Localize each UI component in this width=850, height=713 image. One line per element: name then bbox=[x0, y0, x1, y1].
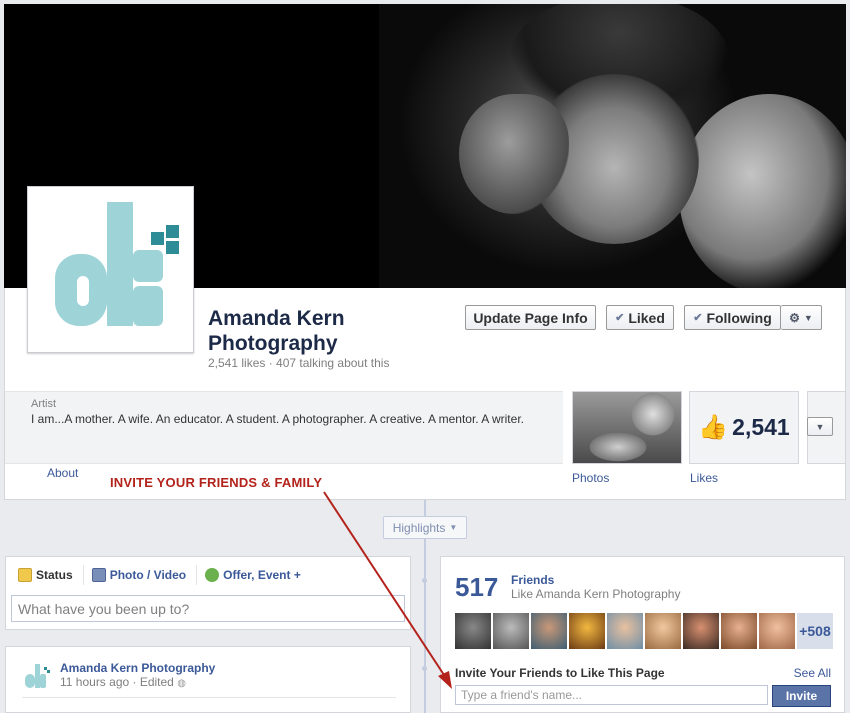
post-timestamp[interactable]: 11 hours ago · Edited bbox=[60, 675, 174, 689]
settings-dropdown-button[interactable]: ⚙ ▼ bbox=[781, 305, 822, 330]
post-author[interactable]: Amanda Kern Photography bbox=[60, 661, 215, 675]
page-category: Artist bbox=[31, 398, 57, 410]
tab-status[interactable]: Status bbox=[18, 565, 84, 585]
friend-avatar[interactable] bbox=[683, 613, 719, 649]
likes-count: 2,541 bbox=[732, 414, 790, 440]
chevron-down-icon: ▼ bbox=[815, 421, 825, 432]
about-link[interactable]: About bbox=[47, 466, 78, 480]
about-section[interactable]: Artist I am...A mother. A wife. An educa… bbox=[5, 391, 563, 464]
offer-icon bbox=[205, 568, 220, 582]
status-input[interactable]: What have you been up to? bbox=[11, 595, 405, 622]
timeline-dot bbox=[422, 578, 427, 583]
liked-button[interactable]: ✔ Liked bbox=[606, 305, 674, 330]
photos-label[interactable]: Photos bbox=[572, 471, 609, 485]
globe-icon: ◍ bbox=[177, 678, 186, 689]
cover-photo[interactable] bbox=[379, 4, 846, 288]
invite-annotation: INVITE YOUR FRIENDS & FAMILY bbox=[110, 475, 323, 490]
friend-faces-row: +508 bbox=[455, 613, 833, 649]
status-composer: Status Photo / Video Offer, Event + What… bbox=[5, 556, 411, 630]
likes-thumbnail[interactable]: 👍 2,541 bbox=[689, 391, 799, 464]
photos-thumbnail[interactable] bbox=[572, 391, 682, 464]
ak-logo-icon bbox=[55, 202, 179, 326]
divider bbox=[22, 697, 396, 698]
timeline-post: Amanda Kern Photography 11 hours ago · E… bbox=[5, 646, 411, 713]
friend-avatar[interactable] bbox=[721, 613, 757, 649]
more-friends-count[interactable]: +508 bbox=[797, 613, 833, 649]
following-button[interactable]: ✔ Following bbox=[684, 305, 781, 330]
friend-avatar[interactable] bbox=[607, 613, 643, 649]
gear-icon: ⚙ bbox=[789, 310, 800, 325]
cover-photo-hand bbox=[459, 94, 569, 214]
page-title[interactable]: Amanda Kern Photography bbox=[208, 306, 448, 356]
tab-photo-video-label: Photo / Video bbox=[109, 568, 187, 582]
timeline-dot bbox=[422, 666, 427, 671]
highlights-label: Highlights bbox=[392, 520, 446, 535]
friend-avatar[interactable] bbox=[455, 613, 491, 649]
friends-subtitle: Like Amanda Kern Photography bbox=[511, 587, 681, 601]
friend-avatar[interactable] bbox=[531, 613, 567, 649]
cover-photo-arm bbox=[679, 94, 846, 288]
thumbs-up-icon: 👍 bbox=[698, 414, 729, 441]
photo-icon bbox=[91, 568, 106, 582]
logo bbox=[33, 192, 188, 347]
friend-avatar[interactable] bbox=[645, 613, 681, 649]
highlights-dropdown[interactable]: Highlights ▼ bbox=[383, 516, 467, 539]
friends-title[interactable]: Friends bbox=[511, 573, 554, 587]
friends-count[interactable]: 517 bbox=[455, 572, 498, 603]
tab-photo-video[interactable]: Photo / Video bbox=[91, 565, 198, 585]
apps-dropdown-button[interactable]: ▼ bbox=[807, 417, 833, 436]
likes-label[interactable]: Likes bbox=[690, 471, 718, 485]
tab-status-label: Status bbox=[36, 568, 73, 582]
update-page-info-button[interactable]: Update Page Info bbox=[465, 305, 596, 330]
friend-avatar[interactable] bbox=[493, 613, 529, 649]
friends-box: 517 Friends Like Amanda Kern Photography… bbox=[440, 556, 845, 713]
profile-picture[interactable] bbox=[27, 186, 194, 353]
tab-offer-event[interactable]: Offer, Event + bbox=[205, 565, 311, 585]
update-page-info-label: Update Page Info bbox=[473, 309, 588, 326]
page-stats: 2,541 likes · 407 talking about this bbox=[208, 356, 390, 370]
see-all-link[interactable]: See All bbox=[794, 666, 831, 680]
post-avatar[interactable] bbox=[22, 661, 52, 691]
status-icon bbox=[18, 568, 32, 582]
invite-title: Invite Your Friends to Like This Page bbox=[455, 666, 665, 680]
check-icon: ✔ bbox=[693, 312, 703, 324]
tab-offer-event-label: Offer, Event + bbox=[223, 568, 301, 582]
composer-tabs: Status Photo / Video Offer, Event + bbox=[6, 557, 410, 585]
following-label: Following bbox=[706, 309, 772, 326]
check-icon: ✔ bbox=[615, 312, 625, 324]
friend-avatar[interactable] bbox=[759, 613, 795, 649]
invite-button[interactable]: Invite bbox=[772, 685, 831, 707]
liked-label: Liked bbox=[628, 309, 665, 326]
chevron-down-icon: ▼ bbox=[803, 312, 813, 323]
post-meta: 11 hours ago · Edited ◍ bbox=[60, 675, 186, 689]
about-text: I am...A mother. A wife. An educator. A … bbox=[31, 412, 524, 426]
friend-avatar[interactable] bbox=[569, 613, 605, 649]
chevron-down-icon: ▼ bbox=[449, 523, 458, 532]
invite-friend-input[interactable]: Type a friend's name... bbox=[455, 685, 768, 705]
